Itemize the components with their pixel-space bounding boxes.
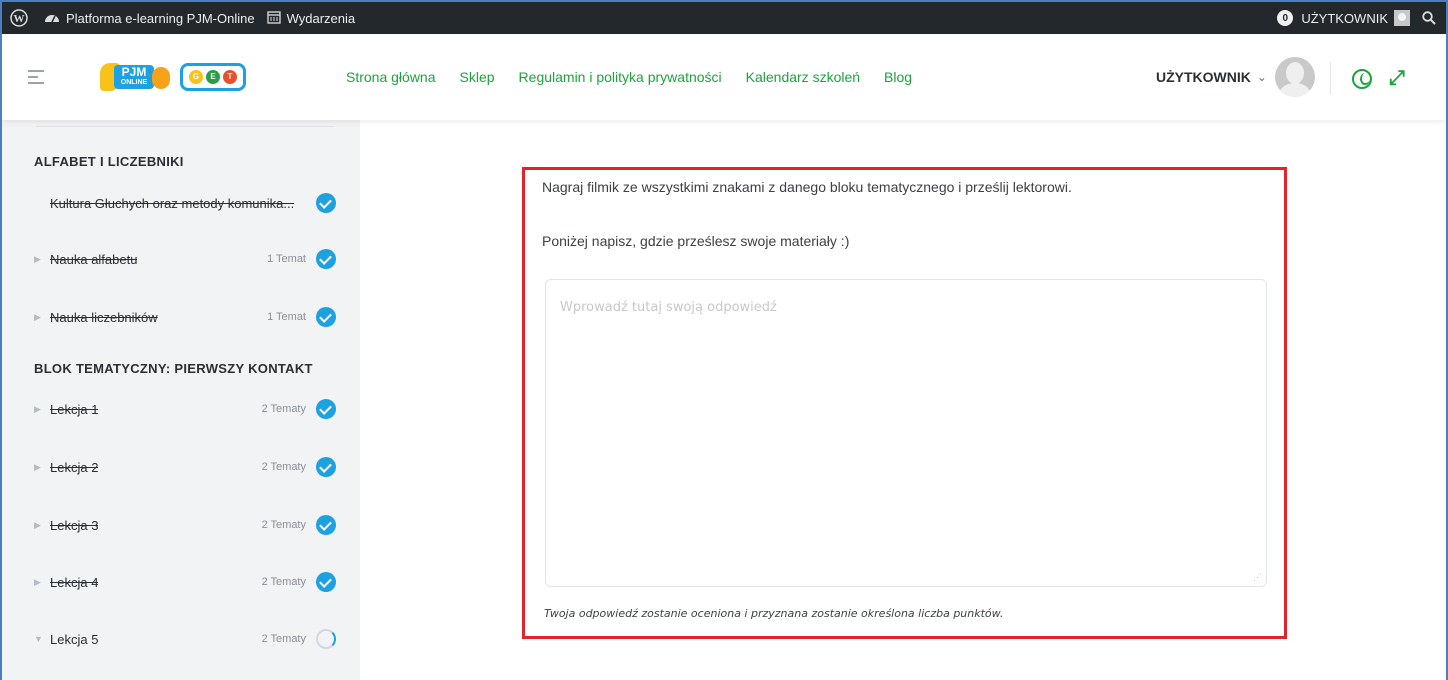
expand-arrow-icon[interactable]: ▶ [34,254,50,265]
expand-arrow-icon[interactable]: ▶ [34,312,50,323]
app-window: W Platforma e-learning PJM-Online Wydarz… [0,0,1448,680]
sidebar-item-label: Nauka alfabetu [50,251,138,267]
sidebar-item-count: 2 Tematy [261,461,306,473]
sidebar-item-count: 1 Temat [267,253,306,265]
logo-get-t: T [223,70,237,84]
completed-check-icon [316,515,336,535]
nav-home[interactable]: Strona główna [346,69,436,85]
admin-site-name: Platforma e-learning PJM-Online [66,10,255,26]
question-prompt: Poniżej napisz, gdzie prześlesz swoje ma… [542,233,850,249]
logo-get-e: E [206,70,220,84]
sidebar-item-lekcja-4[interactable]: ▶ Lekcja 4 2 Tematy [34,567,336,597]
expand-arrow-icon[interactable]: ▶ [34,462,50,473]
completed-check-icon [316,457,336,477]
completed-check-icon [316,249,336,269]
course-sidebar: ALFABET I LICZEBNIKI Kultura Głuchych or… [2,120,360,680]
admin-user-name: UŻYTKOWNIK [1301,10,1388,26]
completed-check-icon [316,399,336,419]
resize-handle-icon[interactable]: ⋰ [1253,572,1262,583]
question-instruction: Nagraj filmik ze wszystkimi znakami z da… [542,179,1072,195]
sidebar-item-label: Lekcja 5 [50,631,99,647]
collapse-arrow-icon[interactable]: ▼ [34,634,50,644]
chevron-down-icon: ⌄ [1256,70,1267,84]
completed-check-icon [316,307,336,327]
sidebar-item-label: Lekcja 2 [50,459,99,475]
completed-check-icon [316,193,336,213]
wordpress-logo-icon[interactable]: W [2,2,38,34]
avatar [1274,57,1315,97]
notifications-count: 0 [1277,10,1294,26]
nav-blog[interactable]: Blog [884,69,912,85]
svg-text:W: W [14,13,25,25]
section-first-contact: BLOK TEMATYCZNY: PIERWSZY KONTAKT [34,361,313,376]
completed-check-icon [316,572,336,592]
sidebar-item-label: Lekcja 3 [50,517,99,533]
logo-get: G E T [180,63,246,91]
sidebar-item-label: Nauka liczebników [50,309,158,325]
sidebar-item-lekcja-2[interactable]: ▶ Lekcja 2 2 Tematy [34,452,336,482]
sidebar-divider [36,126,334,127]
user-menu[interactable]: UŻYTKOWNIK ⌄ [1156,34,1315,120]
site-logo[interactable]: PJM ONLINE G E T [100,61,246,93]
admin-avatar [1394,10,1410,26]
dark-mode-icon[interactable] [1352,69,1372,89]
main-nav: Strona główna Sklep Regulamin i polityka… [346,34,936,120]
expand-arrow-icon[interactable]: ▶ [34,404,50,415]
fullscreen-icon[interactable]: ⤢ [1389,67,1405,90]
site-header: PJM ONLINE G E T Strona główna Sklep Regu… [2,34,1446,120]
admin-site-link[interactable]: Platforma e-learning PJM-Online [38,2,261,34]
logo-get-g: G [189,70,203,84]
sidebar-item-liczebniki[interactable]: ▶ Nauka liczebników 1 Temat [34,302,336,332]
sidebar-item-lekcja-5[interactable]: ▼ Lekcja 5 2 Tematy [34,624,336,654]
admin-bar: W Platforma e-learning PJM-Online Wydarz… [2,2,1446,34]
sidebar-item-label: Lekcja 1 [50,401,99,417]
answer-field-wrapper: ⋰ [545,279,1267,587]
header-divider [1330,62,1331,94]
nav-calendar[interactable]: Kalendarz szkoleń [746,69,860,85]
sidebar-item-kultura[interactable]: Kultura Głuchych oraz metody komunika... [34,188,336,218]
logo-pjm: PJM ONLINE [100,61,174,93]
in-progress-icon [316,629,336,649]
sidebar-item-count: 2 Tematy [261,519,306,531]
sidebar-item-lekcja-3[interactable]: ▶ Lekcja 3 2 Tematy [34,510,336,540]
sidebar-item-count: 2 Tematy [261,403,306,415]
admin-events-label: Wydarzenia [286,10,356,26]
sidebar-item-lekcja-1[interactable]: ▶ Lekcja 1 2 Tematy [34,394,336,424]
grading-hint: Twoja odpowiedź zostanie oceniona i przy… [544,607,1004,620]
admin-events-link[interactable]: Wydarzenia [261,2,362,34]
logo-pjm-text: PJM [121,65,147,79]
sidebar-item-label: Lekcja 4 [50,574,99,590]
answer-textarea[interactable] [546,280,1266,586]
menu-toggle-icon[interactable] [28,70,44,84]
user-name: UŻYTKOWNIK [1156,69,1251,85]
expand-arrow-icon[interactable]: ▶ [34,520,50,531]
nav-terms[interactable]: Regulamin i polityka prywatności [519,69,722,85]
sidebar-item-count: 2 Tematy [261,576,306,588]
calendar-icon [266,10,281,27]
notifications-button[interactable]: 0 UŻYTKOWNIK [1271,2,1416,34]
nav-shop[interactable]: Sklep [460,69,495,85]
section-alphabet: ALFABET I LICZEBNIKI [34,154,184,169]
sidebar-item-count: 1 Temat [267,311,306,323]
sidebar-item-alfabet[interactable]: ▶ Nauka alfabetu 1 Temat [34,244,336,274]
logo-pjm-sub: ONLINE [120,79,148,86]
sidebar-item-label: Kultura Głuchych oraz metody komunika... [50,195,295,211]
dashboard-icon [44,11,60,26]
search-icon[interactable] [1416,2,1446,34]
expand-arrow-icon[interactable]: ▶ [34,577,50,588]
sidebar-item-count: 2 Tematy [261,633,306,645]
